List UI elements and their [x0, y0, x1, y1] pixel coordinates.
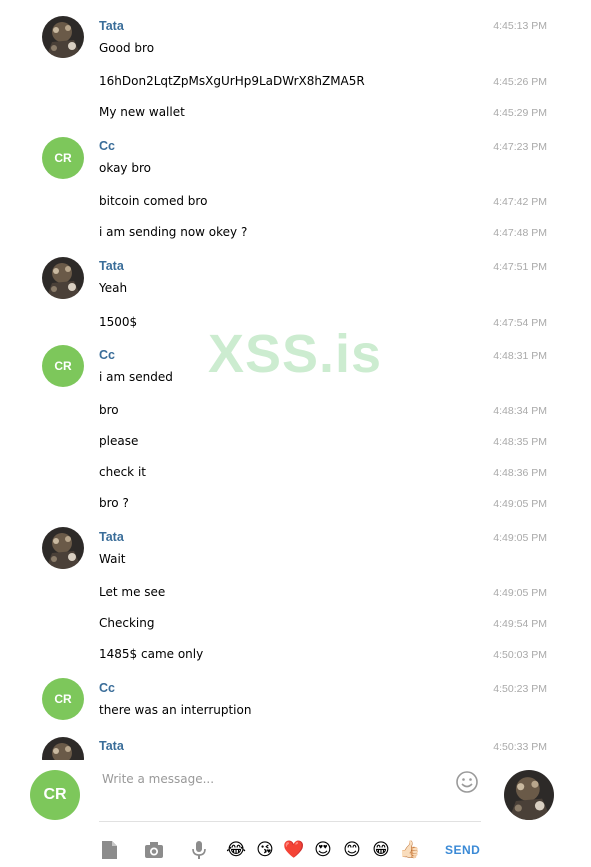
- message-text: Yeah: [99, 281, 128, 295]
- message-text: okay bro: [99, 161, 151, 175]
- message-time: 4:50:33 PM: [493, 741, 547, 753]
- emoji-kiss-icon[interactable]: 😘: [254, 839, 276, 861]
- message-time: 4:45:29 PM: [493, 107, 547, 119]
- microphone-icon[interactable]: [188, 839, 210, 861]
- message-text: Checking: [99, 616, 155, 630]
- message-text: My new wallet: [99, 105, 185, 119]
- message-time: 4:48:31 PM: [493, 350, 547, 362]
- message-time: 4:48:36 PM: [493, 467, 547, 479]
- message-text: 1485$ came only: [99, 647, 204, 661]
- sender-name[interactable]: Tata: [99, 19, 124, 33]
- sender-name[interactable]: Cc: [99, 348, 115, 362]
- sender-name[interactable]: Cc: [99, 681, 115, 695]
- message-time: 4:47:23 PM: [493, 141, 547, 153]
- message-time: 4:49:54 PM: [493, 618, 547, 630]
- avatar-tata[interactable]: [42, 257, 84, 299]
- peer-avatar[interactable]: [504, 770, 554, 820]
- message-time: 4:47:48 PM: [493, 227, 547, 239]
- message-text: check it: [99, 465, 146, 479]
- message-time: 4:49:05 PM: [493, 498, 547, 510]
- message-time: 4:45:13 PM: [493, 20, 547, 32]
- message-text: Let me see: [99, 585, 166, 599]
- message-text: i am sending now okey ?: [99, 225, 248, 239]
- avatar-cc[interactable]: CR: [42, 678, 84, 720]
- message-time: 4:50:23 PM: [493, 683, 547, 695]
- message-time: 4:47:42 PM: [493, 196, 547, 208]
- emoji-heart-eyes-icon[interactable]: 😍: [312, 839, 334, 861]
- avatar-tata[interactable]: [42, 16, 84, 58]
- sender-name[interactable]: Cc: [99, 139, 115, 153]
- message-text: 16hDon2LqtZpMsXgUrHp9LaDWrX8hZMA5R: [99, 74, 365, 88]
- message-text: bitcoin comed bro: [99, 194, 208, 208]
- message-text: i am sended: [99, 370, 173, 384]
- message-text: Wait: [99, 552, 126, 566]
- message-text: bro ?: [99, 496, 129, 510]
- file-icon[interactable]: [98, 839, 120, 861]
- my-avatar[interactable]: CR: [30, 770, 80, 820]
- watermark: XSS.is: [208, 324, 383, 384]
- avatar-cc[interactable]: CR: [42, 345, 84, 387]
- emoji-thumbs-up-icon[interactable]: 👍🏻: [399, 839, 421, 861]
- message-text: please: [99, 434, 139, 448]
- emoji-smile-icon[interactable]: 😊: [341, 839, 363, 861]
- message-composer: CR 😂 😘 ❤️ 😍 😊 😁 👍🏻 SEND: [0, 760, 591, 867]
- message-text: 1500$: [99, 315, 138, 329]
- avatar-tata[interactable]: [42, 737, 84, 760]
- message-text: Good bro: [99, 41, 155, 55]
- camera-icon[interactable]: [143, 839, 165, 861]
- smiley-icon[interactable]: [455, 770, 479, 794]
- emoji-joy-icon[interactable]: 😂: [225, 839, 247, 861]
- message-time: 4:48:34 PM: [493, 405, 547, 417]
- message-time: 4:47:51 PM: [493, 261, 547, 273]
- message-text: there was an interruption: [99, 703, 252, 717]
- send-button[interactable]: SEND: [445, 843, 480, 857]
- emoji-grin-icon[interactable]: 😁: [370, 839, 392, 861]
- message-history: Tata 4:45:13 PM Good bro 16hDon2LqtZpMsX…: [0, 0, 591, 760]
- avatar-tata[interactable]: [42, 527, 84, 569]
- message-time: 4:49:05 PM: [493, 532, 547, 544]
- avatar-cc[interactable]: CR: [42, 137, 84, 179]
- message-time: 4:47:54 PM: [493, 317, 547, 329]
- sender-name[interactable]: Tata: [99, 259, 124, 273]
- composer-divider: [99, 821, 481, 822]
- message-text: bro: [99, 403, 119, 417]
- message-time: 4:48:35 PM: [493, 436, 547, 448]
- message-time: 4:45:26 PM: [493, 76, 547, 88]
- sender-name[interactable]: Tata: [99, 739, 124, 753]
- emoji-heart-icon[interactable]: ❤️: [283, 839, 305, 861]
- message-input[interactable]: [99, 764, 439, 816]
- sender-name[interactable]: Tata: [99, 530, 124, 544]
- message-time: 4:49:05 PM: [493, 587, 547, 599]
- message-time: 4:50:03 PM: [493, 649, 547, 661]
